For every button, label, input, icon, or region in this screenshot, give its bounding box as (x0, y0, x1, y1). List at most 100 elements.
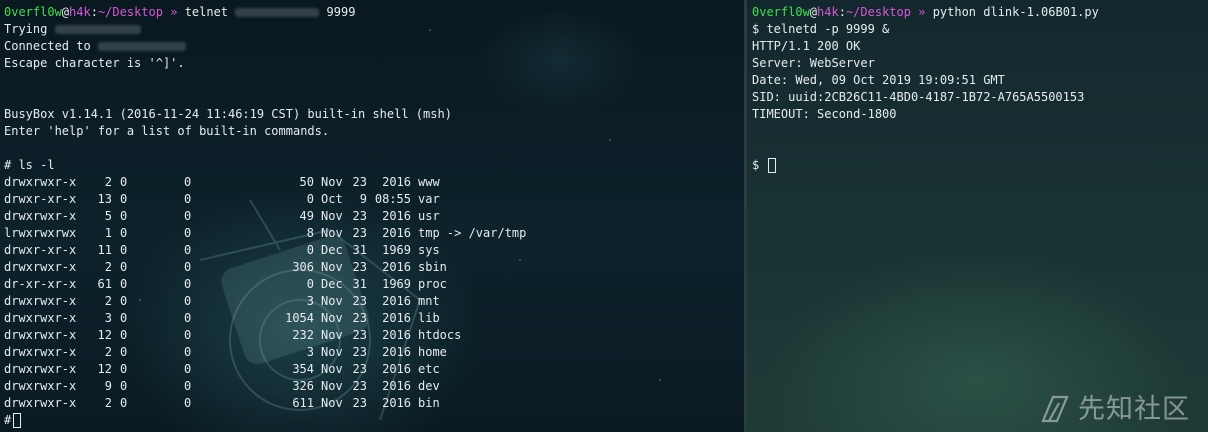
listing-month: Dec (321, 243, 343, 257)
listing-row: drwxrwxr-x 5 0 0 49 Nov 23 2016 usr (4, 208, 526, 225)
listing-group: 0 (184, 175, 192, 189)
redacted-ip (235, 8, 320, 17)
listing-month: Nov (321, 362, 343, 376)
listing-day: 23 (352, 379, 367, 393)
listing-month: Dec (321, 277, 343, 291)
listing-link-count: 12 (97, 362, 112, 376)
listing-link-count: 2 (104, 175, 112, 189)
listing-time: 2016 (382, 175, 411, 189)
listing-time: 2016 (382, 260, 411, 274)
output-line: Server: WebServer (752, 56, 875, 70)
listing-size: 611 (292, 396, 314, 410)
listing-name: proc (418, 277, 447, 291)
listing-row: lrwxrwxrwx 1 0 0 8 Nov 23 2016 tmp -> /var/tmp (4, 225, 526, 242)
listing-link-count: 9 (104, 379, 112, 393)
right-terminal-pane[interactable]: 0verfl0w@h4k:~/Desktop » python dlink-1.… (747, 0, 1208, 432)
listing-name: tmp -> /var/tmp (418, 226, 527, 240)
listing-permissions: drwxrwxr-x (4, 175, 77, 189)
redacted-ip (97, 42, 186, 51)
listing-size: 0 (306, 243, 314, 257)
listing-month: Nov (321, 311, 343, 325)
listing-day: 31 (352, 277, 367, 291)
listing-name: var (418, 192, 440, 206)
final-prompt-line: # (4, 412, 526, 429)
listing-row: drwxrwxr-x 2 0 0 611 Nov 23 2016 bin (4, 395, 526, 412)
listing-group: 0 (184, 243, 192, 257)
listing-time: 2016 (382, 328, 411, 342)
listing-owner: 0 (120, 396, 128, 410)
listing-month: Nov (321, 379, 343, 393)
prompt-colon: : (838, 5, 846, 19)
listing-size: 306 (292, 260, 314, 274)
listing-permissions: drwxrwxr-x (4, 209, 77, 223)
listing-day: 23 (352, 311, 367, 325)
right-terminal-output: 0verfl0w@h4k:~/Desktop » python dlink-1.… (752, 4, 1099, 174)
listing-row: drwxrwxr-x 3 0 0 1054 Nov 23 2016 lib (4, 310, 526, 327)
listing-name: dev (418, 379, 440, 393)
listing-name: sbin (418, 260, 447, 274)
listing-owner: 0 (120, 277, 128, 291)
listing-day: 23 (352, 260, 367, 274)
listing-name: lib (418, 311, 440, 325)
listing-day: 23 (352, 226, 367, 240)
listing-month: Nov (321, 175, 343, 189)
listing-permissions: drwxr-xr-x (4, 192, 77, 206)
output-line: SID: uuid:2CB26C11-4BD0-4187-1B72-A765A5… (752, 90, 1085, 104)
final-prompt-line: $ (752, 157, 1099, 174)
listing-month: Nov (321, 209, 343, 223)
output-line: HTTP/1.1 200 OK (752, 39, 861, 53)
prompt-path: ~/Desktop (97, 5, 163, 19)
listing-time: 2016 (382, 311, 411, 325)
listing-link-count: 2 (104, 294, 112, 308)
prompt-line: 0verfl0w@h4k:~/Desktop » python dlink-1.… (752, 4, 1099, 21)
listing-time: 2016 (382, 379, 411, 393)
output-line: $ telnetd -p 9999 & (752, 22, 890, 36)
cursor-block[interactable] (768, 158, 777, 173)
listing-link-count: 1 (104, 226, 112, 240)
prompt-host: h4k (817, 5, 839, 19)
listing-name: www (418, 175, 440, 189)
left-terminal-output: 0verfl0w@h4k:~/Desktop » telnet 9999 Try… (4, 4, 526, 429)
listing-permissions: drwxrwxr-x (4, 396, 77, 410)
listing-time: 2016 (382, 226, 411, 240)
listing-size: 50 (299, 175, 314, 189)
listing-owner: 0 (120, 192, 128, 206)
listing-link-count: 13 (97, 192, 112, 206)
escape-line: Escape character is '^]'. (4, 56, 185, 70)
listing-row: drwxrwxr-x 12 0 0 232 Nov 23 2016 htdocs (4, 327, 526, 344)
listing-row: drwxrwxr-x 2 0 0 3 Nov 23 2016 mnt (4, 293, 526, 310)
listing-link-count: 2 (104, 396, 112, 410)
listing-size: 1054 (285, 311, 314, 325)
listing-name: etc (418, 362, 440, 376)
listing-owner: 0 (120, 294, 128, 308)
listing-day: 23 (352, 396, 367, 410)
trying-line: Trying (4, 21, 526, 38)
listing-owner: 0 (120, 311, 128, 325)
listing-size: 3 (306, 345, 314, 359)
left-terminal-pane[interactable]: 0verfl0w@h4k:~/Desktop » telnet 9999 Try… (0, 0, 744, 432)
listing-group: 0 (184, 379, 192, 393)
listing-time: 2016 (382, 396, 411, 410)
listing-link-count: 2 (104, 260, 112, 274)
listing-owner: 0 (120, 345, 128, 359)
listing-owner: 0 (120, 175, 128, 189)
listing-day: 23 (352, 175, 367, 189)
listing-link-count: 5 (104, 209, 112, 223)
listing-name: mnt (418, 294, 440, 308)
listing-link-count: 11 (97, 243, 112, 257)
listing-row: drwxrwxr-x 9 0 0 326 Nov 23 2016 dev (4, 378, 526, 395)
listing-month: Nov (321, 345, 343, 359)
listing-name: bin (418, 396, 440, 410)
cursor-block[interactable] (13, 413, 22, 428)
listing-owner: 0 (120, 362, 128, 376)
listing-row: drwxr-xr-x 13 0 0 0 Oct 9 08:55 var (4, 191, 526, 208)
listing-size: 0 (306, 192, 314, 206)
listing-name: htdocs (418, 328, 462, 342)
help-line: Enter 'help' for a list of built-in comm… (4, 124, 330, 138)
prompt-line: 0verfl0w@h4k:~/Desktop » telnet 9999 (4, 4, 526, 21)
listing-owner: 0 (120, 226, 128, 240)
listing-row: drwxrwxr-x 2 0 0 3 Nov 23 2016 home (4, 344, 526, 361)
